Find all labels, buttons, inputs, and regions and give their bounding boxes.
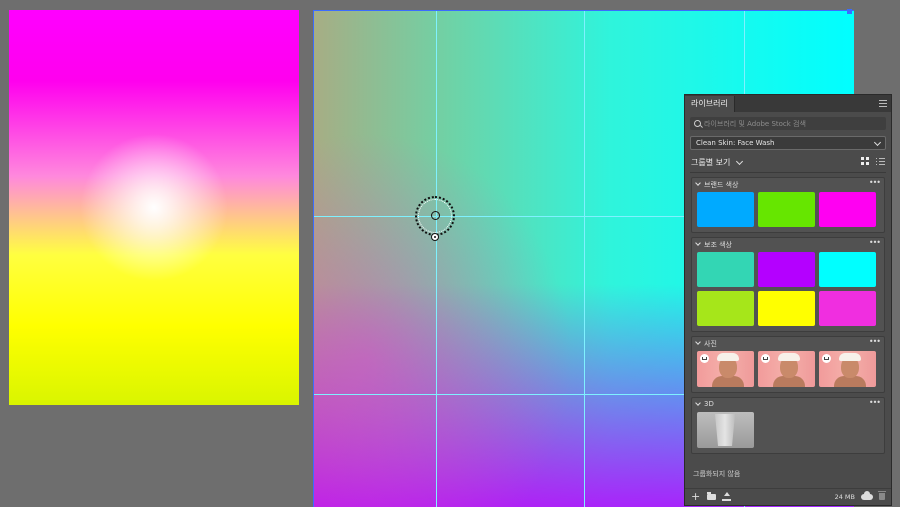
section-title: 보조 색상 (704, 241, 732, 249)
chevron-down-icon (873, 138, 882, 147)
tab-libraries[interactable]: 라이브러리 (685, 96, 735, 112)
3d-model-thumbnail[interactable] (697, 412, 754, 448)
color-swatch[interactable] (758, 192, 815, 227)
cursor-center-icon (431, 211, 440, 220)
section-3d: 3D ••• (691, 397, 885, 454)
chevron-down-icon[interactable] (695, 240, 701, 246)
group-by-dropdown[interactable]: 그룹별 보기 (691, 157, 730, 168)
divider (690, 172, 886, 173)
cloud-sync-icon[interactable] (861, 491, 873, 500)
search-input[interactable] (704, 117, 884, 130)
section-brand-colors: 브랜드 색상 ••• (691, 177, 885, 233)
add-content-icon[interactable] (691, 492, 701, 501)
section-header[interactable]: 브랜드 색상 ••• (692, 178, 884, 192)
section-title: 브랜드 색상 (704, 181, 739, 189)
section-title: 3D (704, 400, 714, 408)
section-title: 사진 (704, 340, 717, 348)
color-swatch[interactable] (697, 252, 754, 287)
photo-thumbnail[interactable] (819, 351, 876, 387)
gradient-overlay (314, 131, 574, 507)
photo-thumbnail[interactable] (697, 351, 754, 387)
search-box[interactable] (690, 117, 886, 130)
color-swatch[interactable] (819, 291, 876, 326)
panel-menu-icon[interactable] (879, 100, 887, 107)
section-header[interactable]: 보조 색상 ••• (692, 238, 884, 252)
grid-view-icon[interactable] (861, 157, 870, 166)
view-options-bar: 그룹별 보기 (685, 154, 891, 172)
panel-footer: 24 MB (685, 488, 891, 505)
section-header[interactable]: 3D ••• (692, 398, 884, 412)
cart-icon (822, 354, 831, 363)
search-icon (694, 120, 701, 127)
library-name: Clean Skin: Face Wash (696, 139, 775, 147)
guide-vertical[interactable] (584, 11, 585, 507)
color-swatch[interactable] (819, 192, 876, 227)
panel-tabbar: 라이브러리 (685, 95, 891, 112)
library-select[interactable]: Clean Skin: Face Wash (690, 136, 886, 150)
color-swatch[interactable] (819, 252, 876, 287)
color-swatch[interactable] (697, 291, 754, 326)
selection-anchor-handle[interactable] (847, 9, 852, 14)
trash-icon[interactable] (878, 491, 886, 500)
chevron-down-icon[interactable] (695, 180, 701, 186)
guide-vertical[interactable] (436, 11, 437, 507)
folder-icon[interactable] (707, 492, 716, 500)
chevron-down-icon[interactable] (735, 157, 744, 166)
more-options-icon[interactable]: ••• (869, 398, 881, 407)
storage-size: 24 MB (834, 493, 855, 501)
ungrouped-label[interactable]: 그룹화되지 않음 (693, 469, 740, 479)
list-view-icon[interactable] (876, 157, 885, 166)
cursor-pin-icon (431, 233, 439, 241)
libraries-panel: 라이브러리 Clean Skin: Face Wash 그룹별 보기 브랜드 색… (684, 94, 892, 506)
upload-icon[interactable] (722, 492, 731, 501)
color-swatch[interactable] (758, 252, 815, 287)
cart-icon (761, 354, 770, 363)
more-options-icon[interactable]: ••• (869, 337, 881, 346)
artboard-left[interactable] (9, 10, 299, 405)
cart-icon (700, 354, 709, 363)
section-header[interactable]: 사진 ••• (692, 337, 884, 351)
more-options-icon[interactable]: ••• (869, 178, 881, 187)
more-options-icon[interactable]: ••• (869, 238, 881, 247)
photo-thumbnail[interactable] (758, 351, 815, 387)
chevron-down-icon[interactable] (695, 400, 701, 406)
color-swatch[interactable] (697, 192, 754, 227)
color-swatch[interactable] (758, 291, 815, 326)
chevron-down-icon[interactable] (695, 339, 701, 345)
section-photos: 사진 ••• (691, 336, 885, 393)
section-secondary-colors: 보조 색상 ••• (691, 237, 885, 332)
